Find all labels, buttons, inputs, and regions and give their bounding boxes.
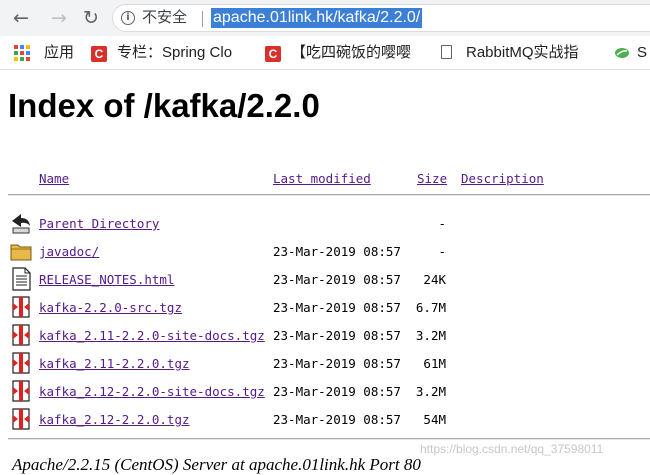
apps-grid-icon[interactable]: [14, 45, 30, 61]
row-size: 61M: [423, 356, 446, 371]
csdn-c-icon: C: [91, 46, 107, 62]
bookmark-yingying[interactable]: 【吃四碗饭的嘤嘤: [291, 42, 411, 64]
bookmark-spring-cloud[interactable]: 专栏：Spring Clo: [117, 42, 232, 64]
text-file-icon: [12, 267, 31, 291]
bookmark-rabbitmq[interactable]: RabbitMQ实战指: [466, 42, 579, 64]
file-link[interactable]: kafka_2.11-2.2.0-site-docs.tgz: [39, 328, 265, 343]
row-modified: 23-Mar-2019 08:57: [273, 356, 401, 371]
document-icon: [441, 45, 452, 59]
divider: [202, 11, 203, 27]
archive-icon: [12, 408, 30, 430]
file-link[interactable]: kafka-2.2.0-src.tgz: [39, 300, 182, 315]
row-size: 3.2M: [415, 328, 446, 343]
column-name-link[interactable]: Name: [39, 170, 69, 188]
forward-arrow-icon: →: [51, 7, 67, 29]
info-icon[interactable]: i: [121, 11, 135, 25]
row-modified: 23-Mar-2019 08:57: [273, 244, 401, 259]
listing-row: Parent Directory -: [0, 209, 650, 237]
folder-icon: [10, 244, 32, 261]
leaf-icon: [615, 48, 629, 58]
row-modified: 23-Mar-2019 08:57: [273, 272, 401, 287]
back-arrow-icon: ←: [13, 7, 29, 29]
back-button[interactable]: ←: [8, 5, 34, 31]
archive-icon: [12, 296, 30, 318]
reload-button[interactable]: ↻: [78, 5, 104, 31]
file-link[interactable]: RELEASE_NOTES.html: [39, 272, 174, 287]
row-size: -: [438, 216, 446, 231]
file-link[interactable]: kafka_2.12-2.2.0-site-docs.tgz: [39, 384, 265, 399]
listing-row: RELEASE_NOTES.html 23-Mar-2019 08:57 24K: [0, 265, 650, 293]
row-modified: 23-Mar-2019 08:57: [273, 412, 401, 427]
page-title: Index of /kafka/2.2.0: [8, 87, 320, 124]
server-signature: Apache/2.2.15 (CentOS) Server at apache.…: [12, 455, 421, 474]
file-link[interactable]: kafka_2.12-2.2.0.tgz: [39, 412, 190, 427]
back-arrow-icon: [12, 214, 30, 234]
reload-icon: ↻: [83, 7, 99, 29]
archive-icon: [12, 352, 30, 374]
file-link[interactable]: javadoc/: [39, 244, 99, 259]
listing-row: kafka_2.11-2.2.0-site-docs.tgz 23-Mar-20…: [0, 321, 650, 349]
bookmark-apps[interactable]: 应用: [44, 42, 74, 64]
watermark: https://blog.csdn.net/qq_37598011: [420, 442, 604, 456]
bookmark-s[interactable]: S: [637, 42, 647, 64]
row-size: 3.2M: [415, 384, 446, 399]
listing-row: kafka_2.12-2.2.0.tgz 23-Mar-2019 08:57 5…: [0, 405, 650, 433]
csdn-c-icon: C: [265, 46, 281, 62]
browser-toolbar: ← → ↻ i 不安全 apache.01link.hk/kafka/2.2.0…: [0, 0, 650, 36]
security-label[interactable]: 不安全: [142, 9, 187, 27]
row-size: -: [438, 244, 446, 259]
row-size: 24K: [423, 272, 446, 287]
listing-row: kafka_2.12-2.2.0-site-docs.tgz 23-Mar-20…: [0, 377, 650, 405]
parent-directory-link[interactable]: Parent Directory: [39, 216, 159, 231]
forward-button[interactable]: →: [46, 5, 72, 31]
url-text[interactable]: apache.01link.hk/kafka/2.2.0/: [211, 8, 423, 28]
address-bar[interactable]: i 不安全 apache.01link.hk/kafka/2.2.0/: [112, 4, 650, 32]
bottom-divider: [8, 438, 650, 440]
archive-icon: [12, 380, 30, 402]
row-modified: 23-Mar-2019 08:57: [273, 300, 401, 315]
row-modified: 23-Mar-2019 08:57: [273, 384, 401, 399]
listing-row: javadoc/ 23-Mar-2019 08:57 -: [0, 237, 650, 265]
column-description-link[interactable]: Description: [461, 170, 544, 188]
file-link[interactable]: kafka_2.11-2.2.0.tgz: [39, 356, 190, 371]
row-size: 54M: [423, 412, 446, 427]
archive-icon: [12, 324, 30, 346]
row-size: 6.7M: [415, 300, 446, 315]
bookmarks-bar: 应用 C 专栏：Spring Clo C 【吃四碗饭的嘤嘤 RabbitMQ实战…: [0, 36, 650, 70]
listing-row: kafka-2.2.0-src.tgz 23-Mar-2019 08:57 6.…: [0, 293, 650, 321]
row-modified: 23-Mar-2019 08:57: [273, 328, 401, 343]
top-divider: [8, 194, 650, 196]
column-modified-link[interactable]: Last modified: [273, 170, 371, 188]
listing-row: kafka_2.11-2.2.0.tgz 23-Mar-2019 08:57 6…: [0, 349, 650, 377]
column-size-link[interactable]: Size: [417, 170, 447, 188]
